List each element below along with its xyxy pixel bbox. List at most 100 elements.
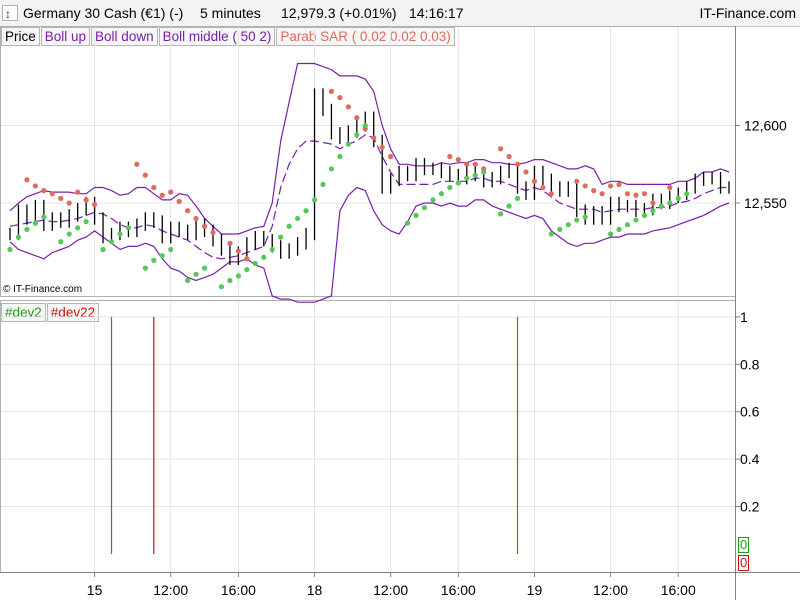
sar-dot-above [142, 172, 148, 178]
dev2-last-value: 0 [738, 537, 750, 553]
axes [0, 26, 800, 600]
sar-dot-below [362, 122, 368, 129]
sar-dot-below [506, 203, 512, 209]
sar-dot-above [616, 181, 622, 187]
axis-labels: 15 12:00 16:00 18 12:00 16:00 19 12:00 16:00 12,6… [87, 118, 787, 599]
sar-dot-below [320, 181, 326, 187]
sar-dot-below [413, 212, 419, 218]
boll-middle-line [9, 134, 729, 260]
sar-dot-below [641, 212, 648, 218]
sar-dot-above [388, 153, 394, 160]
sar-dot-above [447, 153, 453, 160]
sar-dot-below [24, 226, 30, 232]
sar-dot-above [134, 161, 140, 167]
sar-dot-above [83, 197, 89, 203]
sar-dot-above [151, 184, 157, 191]
sar-dot-above [548, 191, 554, 197]
sar-dot-below [7, 246, 13, 253]
sar-dot-below [269, 246, 275, 253]
sar-dot-above [354, 115, 360, 121]
sar-dot-above [185, 208, 191, 214]
sar-dot-above [531, 178, 538, 184]
sar-dot-above [168, 189, 174, 195]
sar-dot-below [667, 200, 673, 206]
sar-dot-below [41, 214, 47, 220]
sar-dot-above [58, 195, 64, 201]
x-tick-label: 12:00 [593, 582, 628, 598]
sar-dot-above [650, 200, 656, 206]
indicator-y-tick-label: 0.4 [740, 451, 760, 467]
sar-dot-above [607, 183, 614, 189]
sar-dot-above [159, 192, 165, 198]
indicator-panel-border [0, 300, 736, 573]
sar-dot-below [244, 267, 250, 273]
sar-dot-below [582, 214, 588, 220]
sar-dot-below [650, 208, 656, 214]
sar-dot-below [607, 231, 614, 237]
price-y-tick-label: 12,600 [744, 118, 787, 134]
x-tick-label: 16:00 [441, 582, 476, 598]
sar-dot-below [193, 271, 199, 277]
sar-dot-above [506, 153, 512, 160]
sar-dot-below [75, 225, 81, 231]
sar-dot-below [574, 217, 580, 223]
sar-dot-above [91, 201, 98, 208]
sar-dot-above [641, 191, 648, 197]
sar-dot-below [32, 220, 38, 226]
sar-dot-below [125, 225, 132, 231]
sar-dot-below [430, 197, 436, 203]
sar-dot-above [201, 223, 208, 229]
sar-dot-above [379, 144, 385, 150]
chart-window: ↕ Germany 30 Cash (€1) (-) 5 minutes 12,… [0, 0, 800, 600]
sar-dot-below [108, 239, 115, 245]
sar-dot-below [633, 217, 639, 223]
sar-dot-below [658, 203, 664, 209]
sar-dot-below [675, 195, 681, 201]
boll-up-line [9, 62, 730, 235]
sar-dot-above [328, 88, 335, 94]
sar-dot-below [295, 215, 301, 222]
sar-dot-above [582, 183, 588, 189]
sar-dot-above [455, 157, 461, 163]
grid [0, 26, 735, 572]
sar-dot-below [684, 191, 690, 197]
sar-dot-below [455, 180, 461, 186]
x-tick-label: 16:00 [661, 582, 696, 598]
sar-dot-above [498, 146, 504, 152]
sar-dot-above [32, 183, 38, 189]
sar-dot-below [447, 184, 453, 191]
sar-dot-above [472, 161, 478, 167]
sar-dot-below [354, 132, 360, 138]
sar-dot-above [24, 177, 30, 183]
sar-dot-below [464, 175, 470, 181]
sar-dot-below [159, 253, 165, 259]
sar-dot-below [278, 234, 284, 240]
sar-dot-below [66, 231, 72, 237]
sar-dot-above [667, 184, 673, 191]
x-tick-label: 19 [527, 582, 543, 598]
sar-dot-below [117, 231, 123, 237]
price-y-tick-label: 12,550 [744, 195, 787, 211]
sar-dot-below [404, 220, 411, 226]
sar-dot-above [371, 135, 377, 141]
sar-dot-below [168, 246, 174, 253]
sar-dot-above [633, 192, 639, 198]
sar-dot-below [337, 153, 343, 160]
sar-dot-below [83, 219, 89, 225]
sar-dot-below [616, 226, 622, 232]
sar-dot-below [548, 231, 554, 237]
price-panel [7, 62, 730, 303]
sar-dot-below [100, 246, 106, 253]
sar-dot-below [557, 226, 563, 232]
sar-dot-above [244, 256, 250, 262]
sar-dot-above [66, 200, 72, 206]
price-panel-border [0, 26, 736, 297]
sar-dot-above [176, 198, 182, 205]
sar-dot-above [235, 248, 241, 254]
sar-dot-below [185, 277, 191, 284]
sar-dot-above [337, 95, 343, 101]
chart-canvas: 15 12:00 16:00 18 12:00 16:00 19 12:00 16:00 12,6… [0, 26, 800, 600]
sar-dot-below [142, 265, 148, 271]
sar-dot-below [624, 222, 631, 228]
sar-dot-below [303, 208, 309, 214]
